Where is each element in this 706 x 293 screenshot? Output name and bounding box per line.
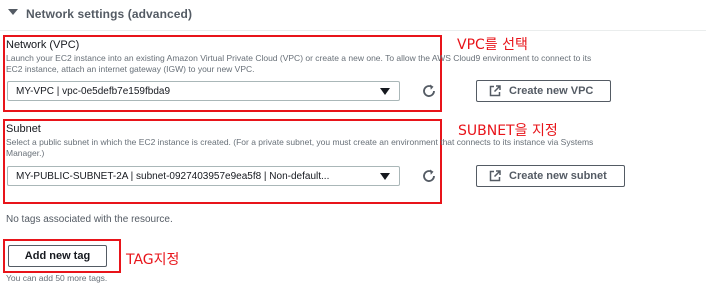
- create-new-vpc-button[interactable]: Create new VPC: [476, 80, 611, 102]
- vpc-field-description-line1: Launch your EC2 instance into an existin…: [6, 53, 592, 63]
- divider: [0, 30, 706, 31]
- create-new-subnet-button[interactable]: Create new subnet: [476, 165, 625, 187]
- subnet-field-description-line2: Manager.): [6, 148, 45, 158]
- create-new-vpc-label: Create new VPC: [509, 85, 594, 97]
- vpc-select-value: MY-VPC | vpc-0e5defb7e159fbda9: [16, 86, 170, 97]
- refresh-icon[interactable]: [420, 167, 438, 185]
- section-title: Network settings (advanced): [26, 7, 193, 21]
- vpc-annotation: VPC를 선택: [457, 37, 528, 53]
- tag-limit-text: You can add 50 more tags.: [6, 273, 108, 283]
- add-new-tag-button[interactable]: Add new tag: [8, 245, 107, 267]
- tag-annotation: TAG지정: [126, 252, 180, 268]
- external-link-icon: [489, 85, 501, 97]
- vpc-field-description-line2: EC2 instance, attach an internet gateway…: [6, 64, 255, 74]
- subnet-field-label: Subnet: [6, 123, 41, 135]
- create-new-subnet-label: Create new subnet: [509, 170, 607, 182]
- subnet-select[interactable]: MY-PUBLIC-SUBNET-2A | subnet-0927403957e…: [7, 166, 400, 186]
- subnet-annotation: SUBNET을 지정: [458, 123, 558, 139]
- no-tags-text: No tags associated with the resource.: [6, 214, 173, 225]
- refresh-icon[interactable]: [420, 82, 438, 100]
- dropdown-arrow-icon: [380, 88, 390, 95]
- vpc-field-label: Network (VPC): [6, 39, 80, 51]
- subnet-select-value: MY-PUBLIC-SUBNET-2A | subnet-0927403957e…: [16, 171, 330, 182]
- network-settings-header[interactable]: Network settings (advanced): [0, 0, 706, 30]
- external-link-icon: [489, 170, 501, 182]
- dropdown-arrow-icon: [380, 173, 390, 180]
- vpc-select[interactable]: MY-VPC | vpc-0e5defb7e159fbda9: [7, 81, 400, 101]
- caret-down-icon: [8, 9, 18, 15]
- subnet-highlight-box: [3, 119, 442, 204]
